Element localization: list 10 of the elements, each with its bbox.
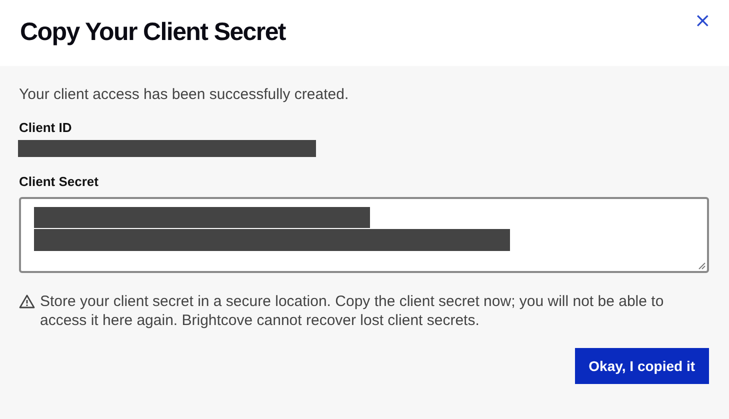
dialog-title: Copy Your Client Secret bbox=[20, 18, 286, 46]
field-label: Client ID bbox=[19, 120, 73, 135]
resize-grip-icon[interactable] bbox=[698, 262, 706, 270]
close-button[interactable]: × bbox=[690, 10, 715, 30]
secret-field[interactable] bbox=[19, 197, 709, 273]
warning-icon bbox=[19, 294, 35, 309]
field-label: Client Secret bbox=[19, 174, 100, 189]
warning-message: Store your client secret in a secure location. Copy the client secret now; you will not be able to access it here again. Brightcove cannot recover lost client secrets. bbox=[40, 292, 665, 330]
success-message: Your client access has been successfully created. bbox=[19, 86, 350, 103]
confirm-button[interactable]: Okay, I copied it bbox=[574, 348, 709, 384]
